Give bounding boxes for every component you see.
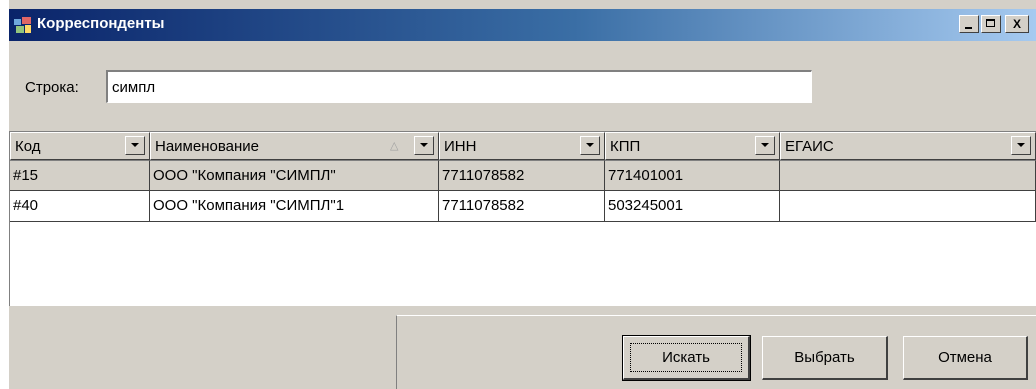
maximize-icon (986, 19, 995, 27)
column-header-egais[interactable]: ЕГАИС (780, 132, 1036, 160)
column-header-label: Код (15, 138, 41, 155)
cell-egais (780, 160, 1036, 191)
close-button[interactable]: X (1005, 15, 1029, 33)
select-button[interactable]: Выбрать (762, 336, 888, 380)
correspondents-grid: Код Наименование △ ИНН КПП ЕГАИС #15 ООО… (9, 131, 1036, 306)
column-header-code[interactable]: Код (10, 132, 150, 160)
window-left-edge (0, 0, 9, 389)
column-header-label: ИНН (444, 138, 477, 155)
search-label: Строка: (25, 79, 79, 96)
column-filter-button-name[interactable] (414, 136, 434, 155)
column-filter-button-inn[interactable] (580, 136, 600, 155)
column-header-label: Наименование (155, 138, 259, 155)
chevron-down-icon (131, 143, 139, 147)
column-header-inn[interactable]: ИНН (439, 132, 605, 160)
cell-egais (780, 191, 1036, 222)
cell-name: ООО "Компания "СИМПЛ" (150, 160, 439, 191)
window-title: Корреспонденты (37, 15, 165, 32)
table-row[interactable]: #15 ООО "Компания "СИМПЛ" 7711078582 771… (10, 160, 1036, 191)
column-header-kpp[interactable]: КПП (605, 132, 780, 160)
title-bar[interactable]: Корреспонденты X (9, 9, 1036, 41)
column-header-name[interactable]: Наименование △ (150, 132, 439, 160)
cell-inn: 7711078582 (439, 191, 605, 222)
chevron-down-icon (761, 143, 769, 147)
column-filter-button-code[interactable] (125, 136, 145, 155)
column-header-label: КПП (610, 138, 641, 155)
cell-inn: 7711078582 (439, 160, 605, 191)
chevron-down-icon (1017, 143, 1025, 147)
cell-code: #15 (10, 160, 150, 191)
minimize-button[interactable] (959, 15, 979, 33)
column-header-label: ЕГАИС (785, 138, 834, 155)
correspondents-app-icon (13, 15, 33, 35)
column-filter-button-egais[interactable] (1011, 136, 1031, 155)
chevron-down-icon (420, 143, 428, 147)
maximize-button[interactable] (981, 15, 1001, 33)
sort-ascending-icon: △ (390, 140, 399, 152)
column-filter-button-kpp[interactable] (755, 136, 775, 155)
table-row[interactable]: #40 ООО "Компания "СИМПЛ"1 7711078582 50… (10, 191, 1036, 222)
close-icon: X (1012, 17, 1021, 31)
cancel-button[interactable]: Отмена (903, 336, 1028, 380)
cell-kpp: 503245001 (605, 191, 780, 222)
cell-code: #40 (10, 191, 150, 222)
focus-rect (630, 343, 742, 372)
cell-kpp: 771401001 (605, 160, 780, 191)
search-input[interactable] (106, 70, 812, 103)
correspondents-window: Корреспонденты X Строка: Код Наименовани… (0, 0, 1036, 389)
bottom-panel-left (9, 315, 396, 389)
chevron-down-icon (586, 143, 594, 147)
search-button[interactable]: Искать (622, 335, 751, 381)
cell-name: ООО "Компания "СИМПЛ"1 (150, 191, 439, 222)
minimize-icon (965, 27, 972, 29)
